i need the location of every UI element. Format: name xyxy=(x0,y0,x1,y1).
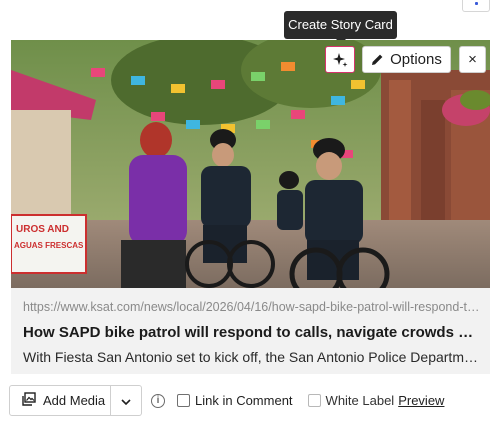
white-label-checkbox[interactable] xyxy=(307,394,321,407)
link-preview-meta: https://www.ksat.com/news/local/2026/04/… xyxy=(23,300,481,367)
add-media-dropdown[interactable] xyxy=(111,385,142,416)
link-preview-card: UROS AND AGUAS FRESCAS Options × https:/… xyxy=(11,40,490,374)
create-story-card-tooltip: Create Story Card xyxy=(284,11,397,44)
preview-image: UROS AND AGUAS FRESCAS Options × xyxy=(11,40,490,288)
info-icon[interactable]: i xyxy=(151,393,165,408)
options-label: Options xyxy=(390,51,442,68)
chevron-down-icon xyxy=(121,392,131,410)
top-right-widget[interactable] xyxy=(462,0,490,12)
create-story-card-button[interactable] xyxy=(325,46,355,73)
add-media-button[interactable]: Add Media xyxy=(9,385,111,416)
link-in-comment-label: Link in Comment xyxy=(195,393,293,408)
composer-toolbar: Add Media i Link in Comment White Label … xyxy=(9,385,444,416)
preview-link[interactable]: Preview xyxy=(398,393,444,408)
sparkles-icon xyxy=(332,52,348,68)
add-media-label: Add Media xyxy=(43,393,106,408)
sign-text-line-1: UROS AND xyxy=(16,224,69,235)
white-label-label: White Label xyxy=(325,393,395,408)
pencil-icon xyxy=(371,53,384,66)
media-icon xyxy=(22,392,36,409)
close-icon: × xyxy=(468,51,477,68)
preview-title: How SAPD bike patrol will respond to cal… xyxy=(23,324,481,341)
widget-indicator xyxy=(475,2,478,5)
sign-text-line-2: AGUAS FRESCAS xyxy=(14,241,84,250)
preview-description: With Fiesta San Antonio set to kick off,… xyxy=(23,349,481,365)
link-in-comment-checkbox[interactable] xyxy=(177,394,190,407)
preview-url: https://www.ksat.com/news/local/2026/04/… xyxy=(23,300,481,314)
options-button[interactable]: Options xyxy=(362,46,451,73)
close-button[interactable]: × xyxy=(459,46,486,73)
white-label-toggle[interactable]: White Label xyxy=(307,393,395,408)
link-in-comment-toggle[interactable]: Link in Comment xyxy=(177,393,293,408)
